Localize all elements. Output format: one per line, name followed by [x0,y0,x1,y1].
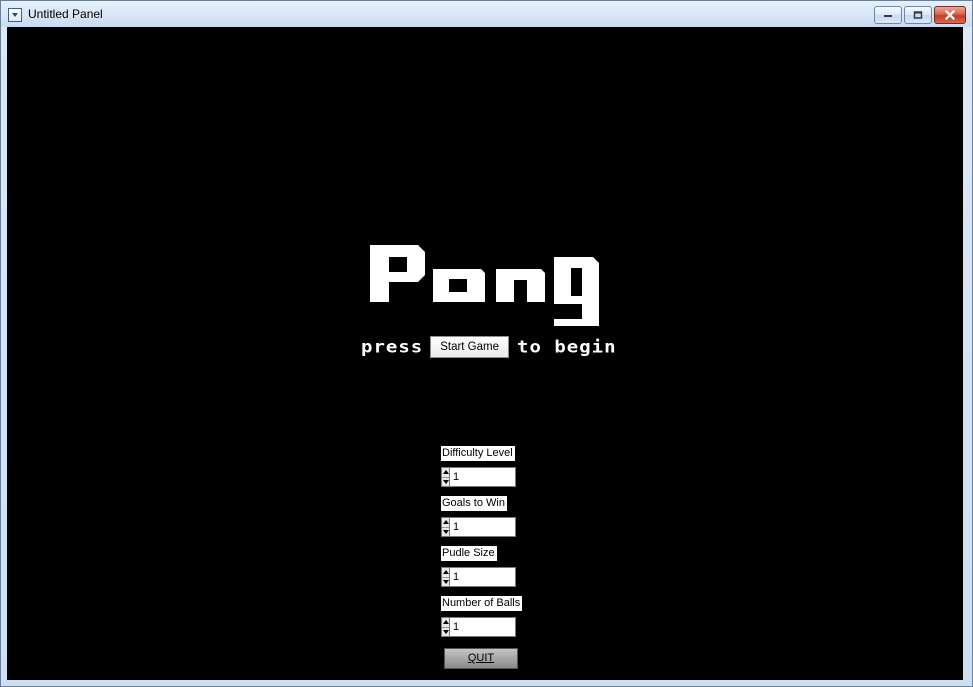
arrow-down-icon [442,479,449,484]
minimize-icon [884,15,892,17]
decrement-button[interactable] [442,576,449,587]
paddle-size-label: Pudle Size [441,546,497,561]
increment-button[interactable] [442,468,449,477]
quit-button[interactable]: QUIT [444,648,518,669]
balls-label: Number of Balls [441,596,523,611]
difficulty-setting: Difficulty Level 1 [441,441,561,491]
goals-input[interactable]: 1 [450,517,516,537]
start-prompt: press Start Game to begin [361,336,617,358]
paddle-size-spinner[interactable] [441,567,450,587]
arrow-up-icon [442,470,449,475]
difficulty-label: Difficulty Level [441,446,515,461]
game-panel: press Start Game to begin Difficulty Lev… [7,27,963,680]
decrement-button[interactable] [442,526,449,537]
restore-icon [913,11,923,19]
settings-panel: Difficulty Level 1 Goals to Win 1 Pudle … [441,441,561,641]
goals-stepper[interactable]: 1 [441,517,518,537]
pong-logo [370,245,599,326]
paddle-size-input[interactable]: 1 [450,567,516,587]
arrow-up-icon [442,520,449,525]
panel-icon[interactable] [8,8,22,22]
decrement-button[interactable] [442,626,449,637]
difficulty-stepper[interactable]: 1 [441,467,518,487]
minimize-button[interactable] [874,6,902,24]
title-bar[interactable]: Untitled Panel [1,1,972,27]
paddle-size-stepper[interactable]: 1 [441,567,518,587]
balls-spinner[interactable] [441,617,450,637]
increment-button[interactable] [442,518,449,527]
close-button[interactable] [934,6,966,24]
goals-spinner[interactable] [441,517,450,537]
arrow-down-icon [442,529,449,534]
window-title: Untitled Panel [28,7,103,21]
caption-buttons [874,6,966,24]
prompt-suffix: to begin [517,337,617,357]
paddle-size-setting: Pudle Size 1 [441,541,561,591]
restore-button[interactable] [904,6,932,24]
difficulty-spinner[interactable] [441,467,450,487]
increment-button[interactable] [442,618,449,627]
close-icon [944,10,956,20]
prompt-prefix: press [361,337,424,357]
balls-input[interactable]: 1 [450,617,516,637]
goals-setting: Goals to Win 1 [441,491,561,541]
goals-label: Goals to Win [441,496,507,511]
start-game-button[interactable]: Start Game [430,336,510,358]
decrement-button[interactable] [442,476,449,487]
balls-stepper[interactable]: 1 [441,617,518,637]
app-window: Untitled Panel press Start Game to begin… [0,0,973,687]
difficulty-input[interactable]: 1 [450,467,516,487]
arrow-down-icon [442,579,449,584]
arrow-up-icon [442,570,449,575]
balls-setting: Number of Balls 1 [441,591,561,641]
arrow-down-icon [442,629,449,634]
arrow-up-icon [442,620,449,625]
increment-button[interactable] [442,568,449,577]
